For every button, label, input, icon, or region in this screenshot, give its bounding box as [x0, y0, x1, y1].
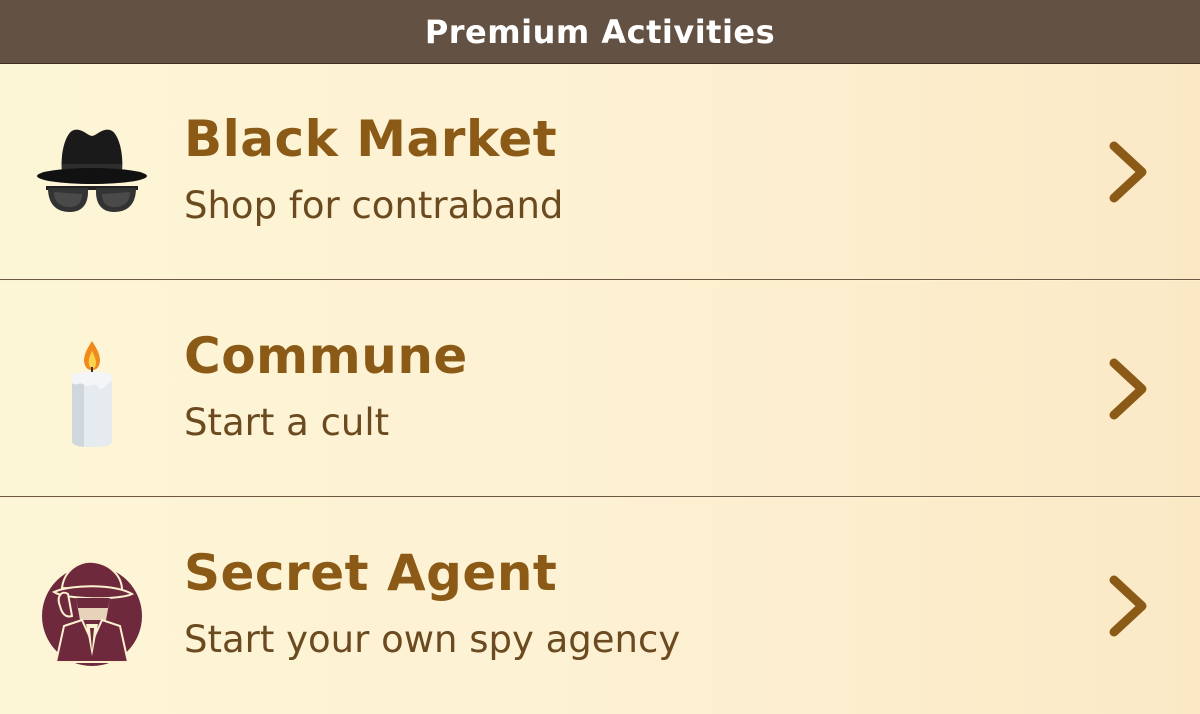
item-title: Black Market	[184, 110, 558, 168]
item-subtitle: Start your own spy agency	[184, 618, 681, 661]
list-item-secret-agent[interactable]: Secret Agent Start your own spy agency	[0, 498, 1200, 714]
candle-icon	[32, 329, 152, 449]
secret-agent-icon	[32, 546, 152, 666]
item-title: Secret Agent	[184, 544, 558, 602]
top-bar: Premium Activities	[0, 0, 1200, 64]
item-title: Commune	[184, 327, 468, 385]
item-subtitle: Shop for contraband	[184, 184, 564, 227]
chevron-right-icon	[1109, 141, 1147, 203]
page-title: Premium Activities	[424, 12, 776, 51]
activities-list: Black Market Shop for contraband Commune…	[0, 64, 1200, 714]
chevron-right-icon	[1109, 358, 1147, 420]
chevron-right-icon	[1109, 575, 1147, 637]
spy-hat-sunglasses-icon	[32, 112, 152, 232]
item-subtitle: Start a cult	[184, 401, 390, 444]
list-item-black-market[interactable]: Black Market Shop for contraband	[0, 64, 1200, 280]
list-item-commune[interactable]: Commune Start a cult	[0, 281, 1200, 497]
